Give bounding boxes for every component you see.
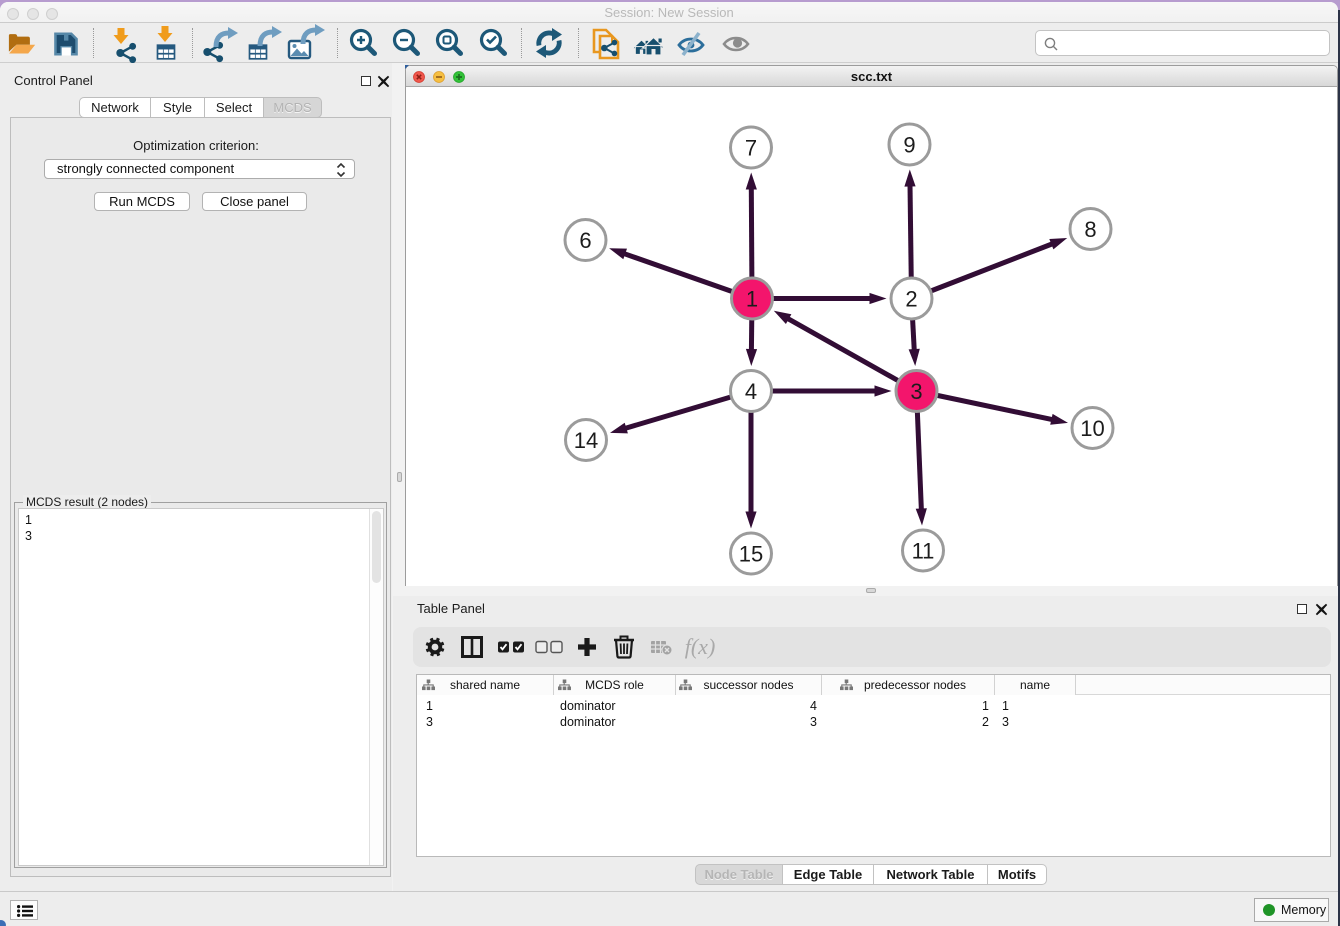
svg-text:7: 7 — [745, 136, 757, 161]
svg-text:f(x): f(x) — [685, 634, 716, 659]
svg-text:15: 15 — [739, 542, 763, 567]
svg-text:10: 10 — [1080, 416, 1104, 441]
svg-text:8: 8 — [1084, 217, 1096, 242]
svg-text:11: 11 — [912, 539, 935, 564]
svg-text:3: 3 — [910, 379, 922, 404]
svg-text:6: 6 — [579, 228, 591, 253]
svg-text:14: 14 — [574, 428, 598, 453]
svg-text:9: 9 — [903, 133, 915, 158]
svg-text:4: 4 — [745, 379, 757, 404]
svg-text:2: 2 — [905, 287, 917, 312]
svg-text:1: 1 — [746, 287, 758, 312]
